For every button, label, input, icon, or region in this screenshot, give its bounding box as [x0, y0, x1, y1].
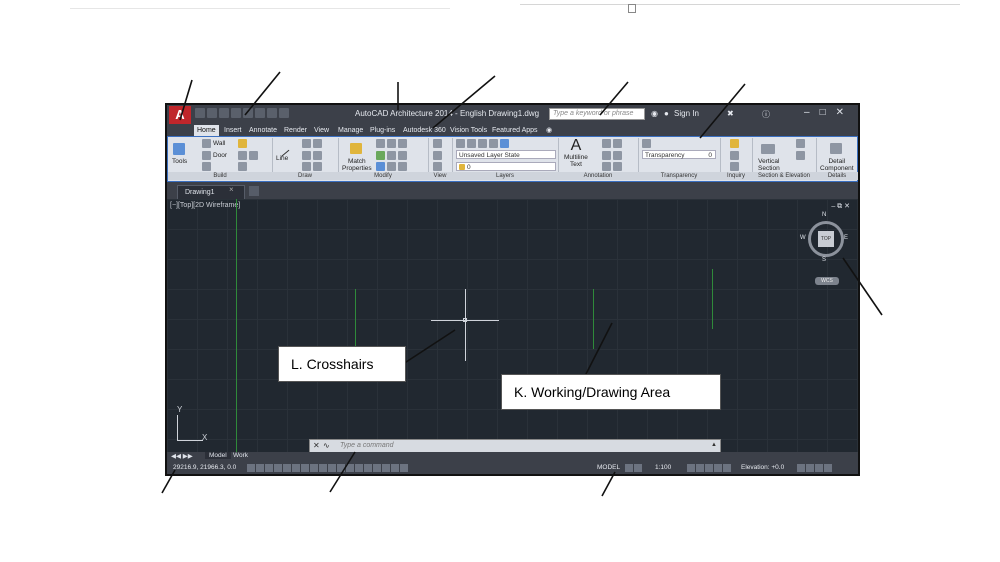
pointer-line-ribbon	[699, 83, 746, 139]
pointer-line-status-bar	[601, 471, 616, 497]
pointer-line-drawing-area	[584, 322, 613, 377]
pointer-line-ucs	[161, 469, 176, 494]
pointer-line-app-button	[179, 79, 193, 121]
pointer-line-command-line	[329, 451, 356, 493]
pointer-line-tabs	[432, 75, 496, 129]
callout-drawing-area: K. Working/Drawing Area	[501, 374, 721, 410]
pointer-line-search	[599, 81, 629, 116]
pointer-lines	[161, 71, 883, 497]
pointer-line-crosshairs	[399, 329, 456, 367]
callout-crosshairs: L. Crosshairs	[278, 346, 406, 382]
pointer-line-quick-access	[244, 71, 281, 116]
pointer-line-viewcube	[842, 257, 883, 316]
